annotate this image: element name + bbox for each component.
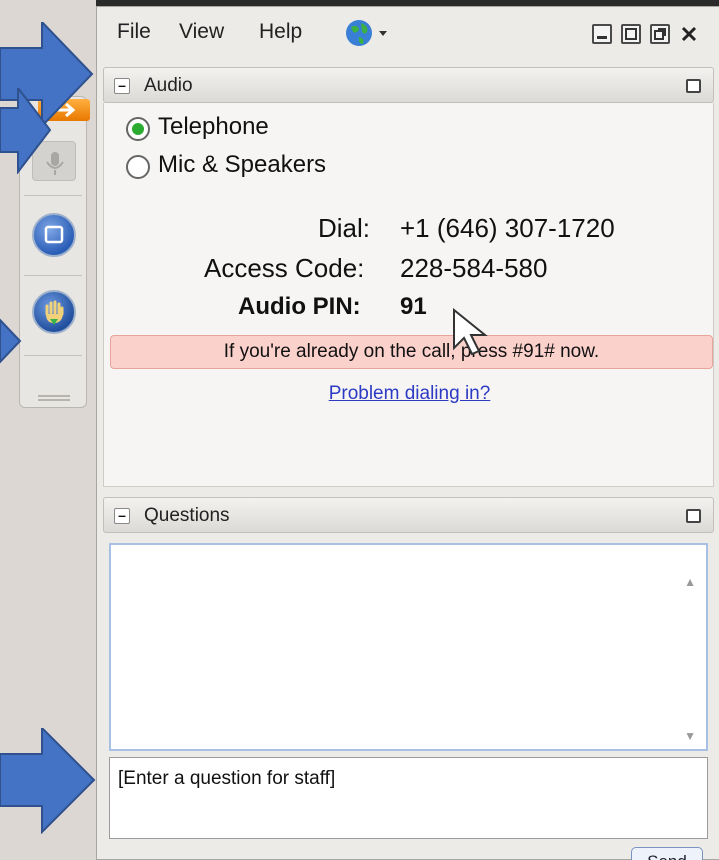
mic-speakers-radio-label[interactable]: Mic & Speakers (158, 151, 326, 179)
screen-share-icon[interactable] (32, 213, 76, 257)
maximize-icon[interactable] (621, 24, 641, 44)
audio-pin-label: Audio PIN: (238, 293, 361, 320)
annotation-arrow-icon (0, 318, 22, 364)
telephone-radio[interactable] (126, 117, 150, 141)
menu-file[interactable]: File (117, 20, 151, 44)
audio-panel-body: Telephone Mic & Speakers Dial: +1 (646) … (103, 103, 714, 487)
questions-panel-title: Questions (144, 505, 230, 526)
audio-panel-title: Audio (144, 75, 193, 96)
access-code-label: Access Code: (204, 253, 365, 283)
control-panel-window: File View Help – Audio Telephone Mic & S… (96, 6, 719, 860)
mic-speakers-radio[interactable] (126, 155, 150, 179)
scroll-down-icon[interactable]: ▼ (684, 729, 696, 743)
collapse-icon[interactable]: – (114, 508, 130, 524)
toolbar-grip-handle[interactable] (38, 395, 70, 401)
raise-hand-icon[interactable] (32, 290, 76, 334)
menu-help[interactable]: Help (259, 20, 302, 44)
toolbar-divider (24, 195, 82, 196)
popout-icon[interactable] (686, 509, 701, 523)
menu-view[interactable]: View (179, 20, 224, 44)
audio-panel-header[interactable]: – Audio (103, 67, 714, 103)
telephone-radio-label[interactable]: Telephone (158, 113, 269, 141)
minimize-icon[interactable] (592, 24, 612, 44)
scroll-up-icon[interactable]: ▲ (684, 575, 696, 589)
popout-icon[interactable] (686, 79, 701, 93)
annotation-arrow-icon (0, 88, 52, 174)
access-code-value: 228-584-580 (400, 253, 548, 283)
close-icon[interactable] (679, 24, 699, 44)
annotation-arrow-icon (0, 728, 96, 834)
language-globe-icon[interactable] (345, 18, 393, 55)
problem-dialing-link[interactable]: Problem dialing in? (104, 383, 715, 405)
toolbar-divider (24, 355, 82, 356)
mouse-cursor-icon (453, 308, 488, 356)
audio-pin-value: 91 (400, 293, 427, 320)
dial-label: Dial: (318, 213, 371, 243)
toolbar-divider (24, 275, 82, 276)
already-on-call-notice: If you're already on the call, press #91… (110, 335, 713, 369)
menu-bar: File View Help (97, 7, 719, 57)
send-button[interactable]: Send (631, 847, 703, 860)
dial-number: +1 (646) 307-1720 (400, 213, 615, 243)
questions-log[interactable]: ▲ ▼ (109, 543, 708, 751)
popout-window-icon[interactable] (650, 24, 670, 44)
questions-panel-header[interactable]: – Questions (103, 497, 714, 533)
question-input[interactable]: [Enter a question for staff] (109, 757, 708, 839)
collapse-icon[interactable]: – (114, 78, 130, 94)
